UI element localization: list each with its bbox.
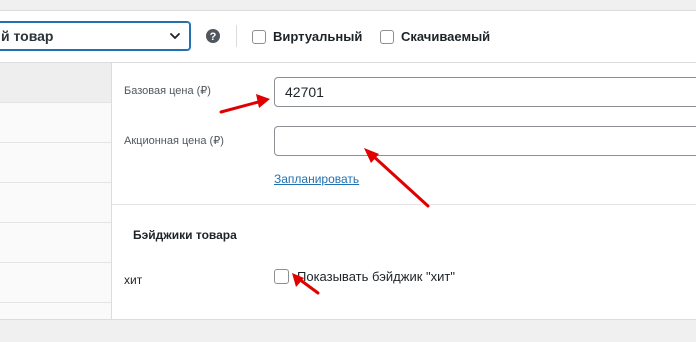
arrow-to-sale-price <box>364 148 430 208</box>
arrow-to-hit-checkbox <box>292 273 320 295</box>
annotation-arrows <box>219 94 430 295</box>
arrow-to-regular-price <box>219 94 270 114</box>
